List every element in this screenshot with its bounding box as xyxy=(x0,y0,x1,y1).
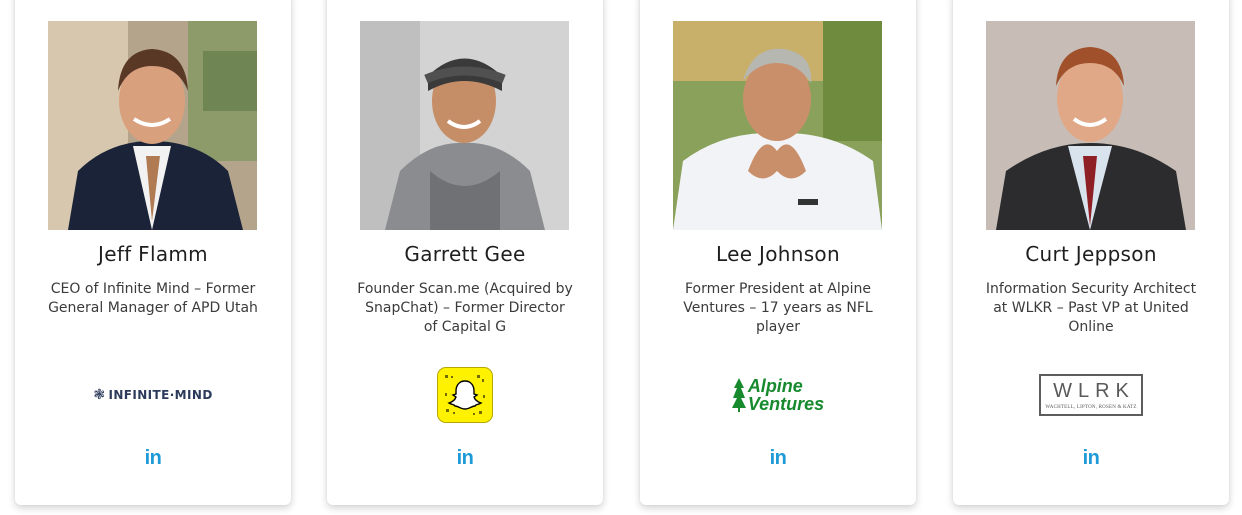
team-member-bio: CEO of Infinite Mind – Former General Ma… xyxy=(48,281,258,316)
alpine-ventures-logo: Alpine Ventures xyxy=(731,376,825,414)
linkedin-icon[interactable]: in xyxy=(953,447,1229,470)
company-logo-text: Alpine xyxy=(747,376,803,396)
company-logo xyxy=(327,365,603,425)
team-member-photo xyxy=(360,21,569,230)
team-member-name: Curt Jeppson xyxy=(1025,242,1157,266)
brain-icon: ❃ xyxy=(93,387,106,403)
company-logo-text: INFINITE·MIND xyxy=(108,388,213,402)
team-card: Jeff Flamm CEO of Infinite Mind – Former… xyxy=(15,0,291,505)
company-logo: Alpine Ventures xyxy=(640,365,916,425)
team-member-bio: Founder Scan.me (Acquired by SnapChat) –… xyxy=(357,281,573,335)
company-logo: ❃ INFINITE·MIND xyxy=(15,365,291,425)
team-member-photo xyxy=(673,21,882,230)
snapchat-ghost-icon xyxy=(445,375,485,415)
snapchat-logo xyxy=(437,367,493,423)
team-card: Garrett Gee Founder Scan.me (Acquired by… xyxy=(327,0,603,505)
company-logo: WLRK WACHTELL, LIPTON, ROSEN & KATZ xyxy=(953,365,1229,425)
linkedin-icon[interactable]: in xyxy=(15,447,291,470)
team-card: Lee Johnson Former President at Alpine V… xyxy=(640,0,916,505)
team-member-bio: Information Security Architect at WLKR –… xyxy=(985,281,1197,335)
tree-icon xyxy=(731,378,746,412)
team-member-name: Lee Johnson xyxy=(716,242,840,266)
team-member-bio: Former President at Alpine Ventures – 17… xyxy=(683,281,873,335)
company-logo-text: WLRK xyxy=(1053,380,1135,402)
team-card: Curt Jeppson Information Security Archit… xyxy=(953,0,1229,505)
company-logo-text: Ventures xyxy=(747,394,825,414)
linkedin-icon[interactable]: in xyxy=(327,447,603,470)
team-member-name: Jeff Flamm xyxy=(98,242,208,266)
team-member-name: Garrett Gee xyxy=(404,242,526,266)
team-member-photo xyxy=(986,21,1195,230)
team-member-photo xyxy=(48,21,257,230)
team-section: Jeff Flamm CEO of Infinite Mind – Former… xyxy=(0,0,1242,515)
infinite-mind-logo: ❃ INFINITE·MIND xyxy=(93,387,212,403)
linkedin-icon[interactable]: in xyxy=(640,447,916,470)
wlrk-logo: WLRK WACHTELL, LIPTON, ROSEN & KATZ xyxy=(1039,374,1143,416)
company-logo-subtext: WACHTELL, LIPTON, ROSEN & KATZ xyxy=(1045,405,1137,410)
